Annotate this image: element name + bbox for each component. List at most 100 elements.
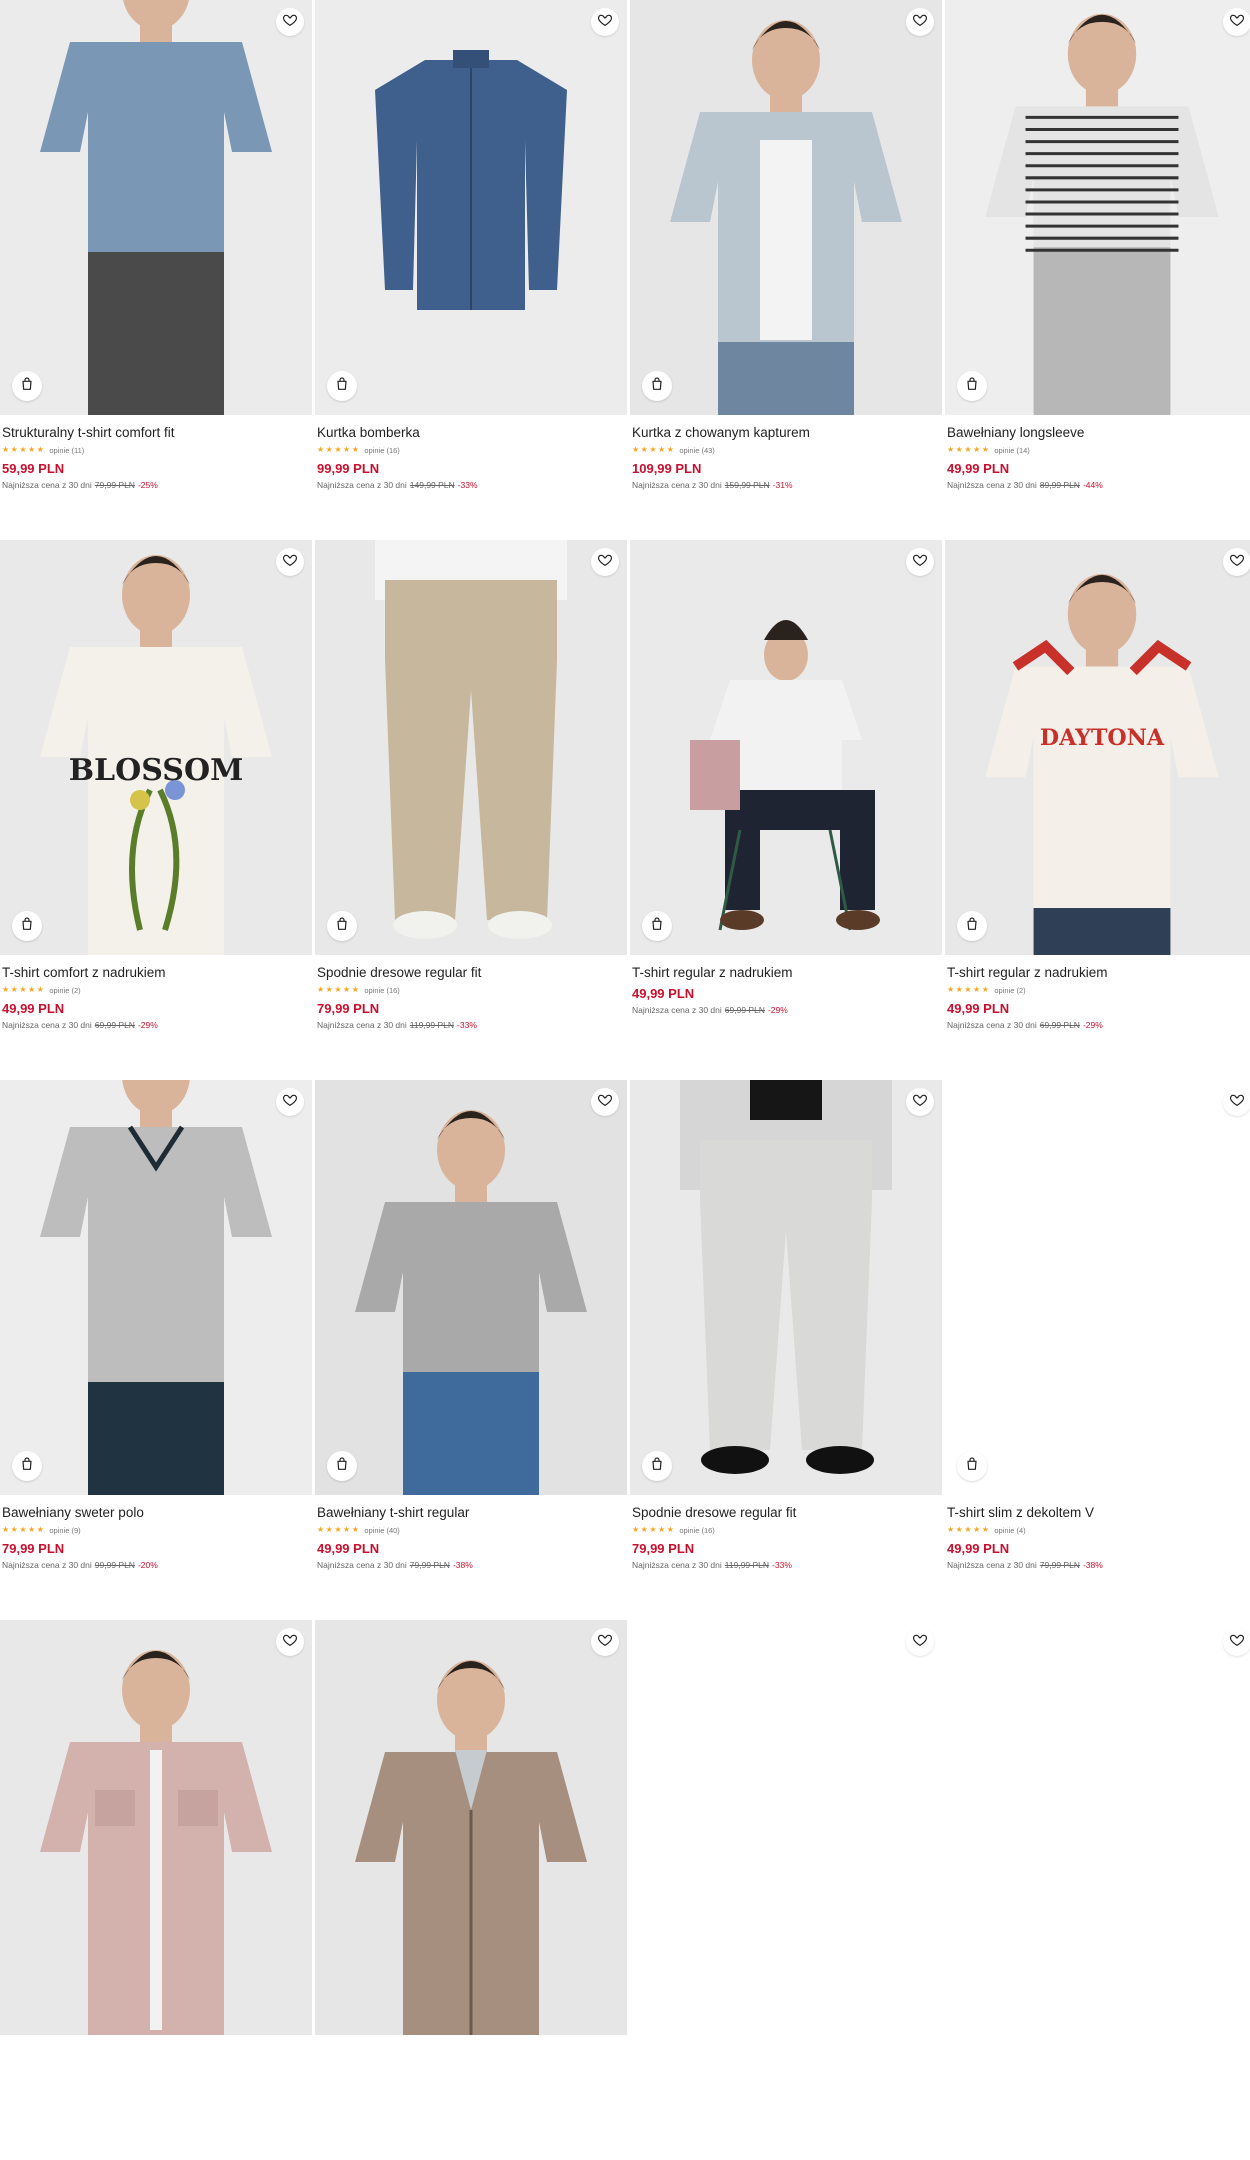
product-photo[interactable] bbox=[0, 0, 312, 415]
product-image-area[interactable] bbox=[630, 0, 942, 415]
favorite-button[interactable] bbox=[1223, 8, 1250, 36]
favorite-button[interactable] bbox=[1223, 1628, 1250, 1656]
add-to-bag-button[interactable] bbox=[957, 371, 987, 401]
product-image-area[interactable] bbox=[630, 540, 942, 955]
product-photo[interactable] bbox=[0, 1620, 312, 2035]
product-image-area[interactable] bbox=[0, 1620, 312, 2035]
product-card[interactable]: Bawełniany longsleeve ★★★★★ opinie (14) 4… bbox=[945, 0, 1250, 540]
product-card[interactable] bbox=[0, 1620, 312, 2160]
product-card[interactable]: Bawełniany sweter polo ★★★★★ opinie (9) 7… bbox=[0, 1080, 312, 1620]
review-count[interactable]: opinie (14) bbox=[994, 446, 1029, 455]
favorite-button[interactable] bbox=[276, 8, 304, 36]
product-photo[interactable] bbox=[315, 0, 627, 415]
product-photo[interactable] bbox=[630, 0, 942, 415]
review-count[interactable]: opinie (40) bbox=[364, 1526, 399, 1535]
add-to-bag-button[interactable] bbox=[642, 1451, 672, 1481]
product-image-area[interactable] bbox=[315, 1620, 627, 2035]
favorite-button[interactable] bbox=[906, 1088, 934, 1116]
review-count[interactable]: opinie (16) bbox=[364, 986, 399, 995]
add-to-bag-button[interactable] bbox=[327, 911, 357, 941]
product-image-area[interactable] bbox=[630, 1080, 942, 1495]
product-image-area[interactable] bbox=[0, 0, 312, 415]
product-name[interactable]: Kurtka bomberka bbox=[317, 424, 625, 442]
product-photo[interactable] bbox=[315, 1620, 627, 2035]
product-image-area[interactable]: BLOSSOM bbox=[0, 540, 312, 955]
product-image-area[interactable] bbox=[315, 0, 627, 415]
product-name[interactable]: T-shirt regular z nadrukiem bbox=[947, 964, 1250, 982]
favorite-button[interactable] bbox=[591, 1628, 619, 1656]
product-photo[interactable] bbox=[315, 1080, 627, 1495]
product-image-area[interactable] bbox=[945, 1620, 1250, 2035]
product-card[interactable]: Strukturalny t-shirt comfort fit ★★★★★ op… bbox=[0, 0, 312, 540]
product-card[interactable]: DAYTONA T-shirt regular z nadrukiem ★★★★… bbox=[945, 540, 1250, 1080]
review-count[interactable]: opinie (43) bbox=[679, 446, 714, 455]
product-card[interactable]: Bawełniany t-shirt regular ★★★★★ opinie (… bbox=[315, 1080, 627, 1620]
product-card[interactable] bbox=[315, 1620, 627, 2160]
product-name[interactable]: T-shirt slim z dekoltem V bbox=[947, 1504, 1250, 1522]
favorite-button[interactable] bbox=[591, 548, 619, 576]
product-card[interactable]: Kurtka z chowanym kapturem ★★★★★ opinie (… bbox=[630, 0, 942, 540]
product-photo[interactable] bbox=[945, 0, 1250, 415]
review-count[interactable]: opinie (2) bbox=[994, 986, 1025, 995]
product-photo[interactable] bbox=[630, 1080, 942, 1495]
add-to-bag-button[interactable] bbox=[957, 911, 987, 941]
product-card[interactable]: Kurtka bomberka ★★★★★ opinie (16) 99,99 P… bbox=[315, 0, 627, 540]
favorite-button[interactable] bbox=[906, 1628, 934, 1656]
product-photo[interactable] bbox=[945, 1620, 1250, 2035]
product-name[interactable]: Strukturalny t-shirt comfort fit bbox=[2, 424, 310, 442]
favorite-button[interactable] bbox=[276, 1628, 304, 1656]
product-name[interactable]: Spodnie dresowe regular fit bbox=[632, 1504, 940, 1522]
add-to-bag-button[interactable] bbox=[327, 371, 357, 401]
product-card[interactable] bbox=[630, 1620, 942, 2160]
product-card[interactable]: T-shirt slim z dekoltem V ★★★★★ opinie (4… bbox=[945, 1080, 1250, 1620]
product-image-area[interactable] bbox=[630, 1620, 942, 2035]
review-count[interactable]: opinie (11) bbox=[49, 446, 84, 455]
favorite-button[interactable] bbox=[906, 8, 934, 36]
product-name[interactable]: Bawełniany sweter polo bbox=[2, 1504, 310, 1522]
product-image-area[interactable] bbox=[315, 1080, 627, 1495]
add-to-bag-button[interactable] bbox=[642, 371, 672, 401]
product-name[interactable]: T-shirt regular z nadrukiem bbox=[632, 964, 940, 982]
product-image-area[interactable] bbox=[0, 1080, 312, 1495]
review-count[interactable]: opinie (16) bbox=[364, 446, 399, 455]
product-photo[interactable] bbox=[945, 1080, 1250, 1495]
product-image-area[interactable] bbox=[315, 540, 627, 955]
favorite-button[interactable] bbox=[1223, 1088, 1250, 1116]
review-count[interactable]: opinie (2) bbox=[49, 986, 80, 995]
add-to-bag-button[interactable] bbox=[327, 1451, 357, 1481]
product-name[interactable]: Spodnie dresowe regular fit bbox=[317, 964, 625, 982]
review-count[interactable]: opinie (4) bbox=[994, 1526, 1025, 1535]
add-to-bag-button[interactable] bbox=[957, 1451, 987, 1481]
product-photo[interactable] bbox=[630, 540, 942, 955]
review-count[interactable]: opinie (16) bbox=[679, 1526, 714, 1535]
product-photo[interactable]: BLOSSOM bbox=[0, 540, 312, 955]
product-card[interactable]: T-shirt regular z nadrukiem 49,99 PLN Na… bbox=[630, 540, 942, 1080]
product-name[interactable]: T-shirt comfort z nadrukiem bbox=[2, 964, 310, 982]
product-card[interactable]: BLOSSOM T-shirt comfort z nadrukiem ★★★★… bbox=[0, 540, 312, 1080]
favorite-button[interactable] bbox=[906, 548, 934, 576]
product-name[interactable]: Bawełniany t-shirt regular bbox=[317, 1504, 625, 1522]
product-image-area[interactable]: DAYTONA bbox=[945, 540, 1250, 955]
review-count[interactable]: opinie (9) bbox=[49, 1526, 80, 1535]
product-card[interactable] bbox=[945, 1620, 1250, 2160]
product-price: 79,99 PLN bbox=[632, 1541, 695, 1556]
add-to-bag-button[interactable] bbox=[642, 911, 672, 941]
add-to-bag-button[interactable] bbox=[12, 911, 42, 941]
favorite-button[interactable] bbox=[276, 548, 304, 576]
favorite-button[interactable] bbox=[591, 8, 619, 36]
product-image-area[interactable] bbox=[945, 1080, 1250, 1495]
product-photo[interactable] bbox=[630, 1620, 942, 2035]
favorite-button[interactable] bbox=[591, 1088, 619, 1116]
product-name[interactable]: Bawełniany longsleeve bbox=[947, 424, 1250, 442]
product-image-area[interactable] bbox=[945, 0, 1250, 415]
product-photo[interactable] bbox=[0, 1080, 312, 1495]
product-photo[interactable]: DAYTONA bbox=[945, 540, 1250, 955]
product-photo[interactable] bbox=[315, 540, 627, 955]
add-to-bag-button[interactable] bbox=[12, 371, 42, 401]
product-card[interactable]: Spodnie dresowe regular fit ★★★★★ opinie … bbox=[630, 1080, 942, 1620]
product-name[interactable]: Kurtka z chowanym kapturem bbox=[632, 424, 940, 442]
add-to-bag-button[interactable] bbox=[12, 1451, 42, 1481]
favorite-button[interactable] bbox=[276, 1088, 304, 1116]
favorite-button[interactable] bbox=[1223, 548, 1250, 576]
product-card[interactable]: Spodnie dresowe regular fit ★★★★★ opinie … bbox=[315, 540, 627, 1080]
